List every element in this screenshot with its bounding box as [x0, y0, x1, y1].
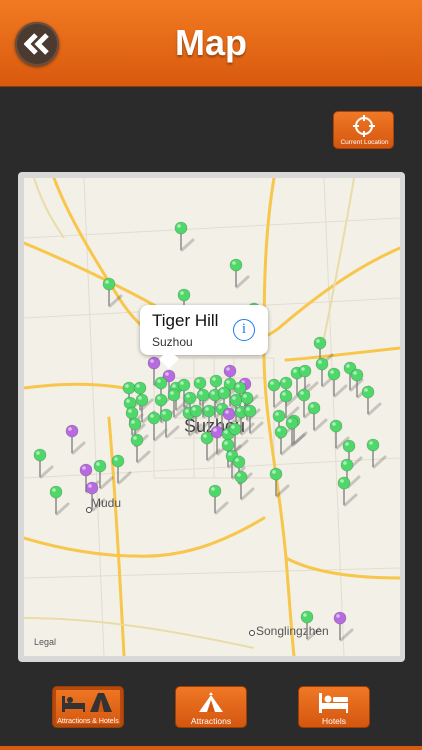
- tent-icon: [199, 692, 223, 712]
- tab-attractions[interactable]: Attractions: [175, 686, 247, 728]
- tab-label-attractions-hotels: Attractions & Hotels: [57, 718, 119, 725]
- tab-attractions-hotels[interactable]: Attractions & Hotels: [52, 686, 124, 728]
- tab-label-hotels: Hotels: [321, 716, 347, 726]
- map-pin-green[interactable]: [327, 367, 348, 398]
- map-pin-green[interactable]: [298, 364, 319, 395]
- header-bar: Map: [0, 0, 422, 87]
- bed-and-tent-icon: [62, 693, 112, 712]
- map-callout[interactable]: Tiger Hill Suzhou i: [140, 305, 268, 369]
- map-pin-green[interactable]: [229, 258, 250, 289]
- map-pin-purple[interactable]: [65, 424, 86, 455]
- map-pin-green[interactable]: [366, 438, 387, 469]
- current-location-button[interactable]: Current Location: [333, 111, 394, 149]
- map-pin-green[interactable]: [49, 485, 70, 516]
- map-pin-green[interactable]: [361, 385, 382, 416]
- tab-label-attractions: Attractions: [190, 716, 232, 726]
- info-icon[interactable]: i: [233, 319, 255, 341]
- map-pin-green[interactable]: [111, 454, 132, 485]
- map-pin-green[interactable]: [269, 467, 290, 498]
- map-pin-purple[interactable]: [333, 611, 354, 642]
- map-pin-green[interactable]: [102, 277, 123, 308]
- page-title: Map: [175, 22, 247, 63]
- map-pin-green[interactable]: [300, 610, 321, 641]
- map-pin-green[interactable]: [174, 221, 195, 252]
- map-pin-green[interactable]: [33, 448, 54, 479]
- tab-hotels[interactable]: Hotels: [298, 686, 370, 728]
- callout-title: Tiger Hill: [152, 311, 219, 330]
- map-pins-layer: [33, 221, 387, 642]
- bottom-tab-bar: Attractions & Hotels Attractions Hotels: [0, 672, 422, 750]
- current-location-label: Current Location: [340, 139, 389, 146]
- callout-subtitle: Suzhou: [152, 335, 193, 349]
- legal-link[interactable]: Legal: [34, 637, 56, 647]
- bed-icon: [319, 693, 348, 713]
- crosshair-icon: [353, 115, 375, 137]
- map-pin-green[interactable]: [307, 401, 328, 432]
- map-view[interactable]: Suzhou Mudu Songlingzhen Tiger Hill Suzh…: [24, 178, 400, 656]
- map-pin-green[interactable]: [208, 484, 229, 515]
